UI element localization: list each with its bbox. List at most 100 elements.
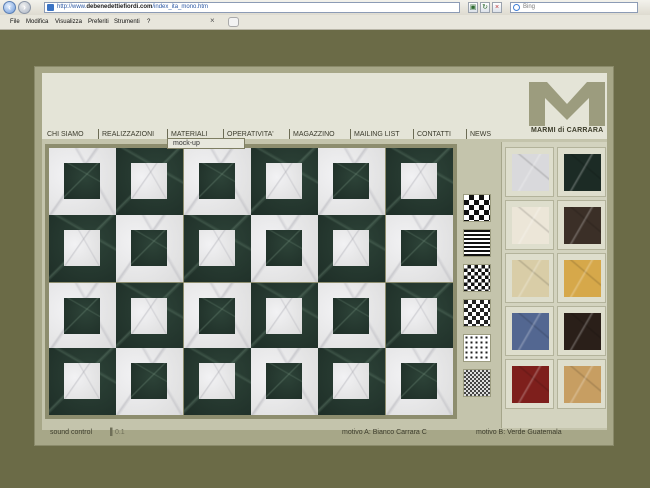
floor-tile-inset xyxy=(131,362,168,399)
floor-tile xyxy=(250,215,318,283)
site-frame: MARMI di CARRARA CHI SIAMO REALIZZAZIONI… xyxy=(34,66,614,446)
browser-chrome: ‹ › http://www.debenedettiefiordi.com/in… xyxy=(0,0,650,30)
swatch-cell[interactable] xyxy=(557,359,606,409)
swatch-rosso-levanto[interactable] xyxy=(512,366,549,403)
floor-tile xyxy=(183,347,251,415)
floor-tile-inset xyxy=(400,163,437,199)
swatch-cell[interactable] xyxy=(505,147,554,197)
sound-control-label: sound control xyxy=(50,429,93,436)
floor-tile xyxy=(49,215,116,283)
floor-tile xyxy=(318,215,386,283)
swatch-marrone-nero[interactable] xyxy=(564,313,601,350)
page-favicon-icon xyxy=(47,4,54,11)
search-input[interactable]: Bing xyxy=(510,2,638,13)
marble-floor-preview xyxy=(49,148,453,415)
pattern-dots-border[interactable] xyxy=(463,334,491,362)
floor-tile xyxy=(49,282,116,350)
bing-icon xyxy=(513,4,520,11)
floor-tile xyxy=(318,347,386,415)
refresh-icon[interactable]: ↻ xyxy=(480,2,490,13)
floor-tile-inset xyxy=(265,230,302,267)
menu-file[interactable]: File xyxy=(10,15,20,30)
back-icon[interactable]: ‹ xyxy=(3,1,16,14)
new-tab-icon[interactable] xyxy=(228,17,239,27)
swatch-onice-miele[interactable] xyxy=(564,366,601,403)
motivo-a-label: motivo A: Bianco Carrara C xyxy=(342,429,427,436)
compat-view-icon[interactable]: ▣ xyxy=(468,2,478,13)
floor-tile-inset xyxy=(265,362,302,399)
floor-tile-inset xyxy=(198,297,235,334)
swatch-cell[interactable] xyxy=(557,306,606,356)
floor-tile-inset xyxy=(131,230,168,267)
pattern-checker-medium[interactable] xyxy=(463,264,491,292)
swatch-cell[interactable] xyxy=(505,359,554,409)
floor-tile-inset xyxy=(265,297,302,334)
pattern-checker-fine[interactable] xyxy=(463,369,491,397)
floor-tile xyxy=(318,282,386,350)
floor-tile xyxy=(250,347,318,415)
floor-tile-inset xyxy=(131,163,168,199)
floor-tile xyxy=(116,282,184,350)
floor-tile-inset xyxy=(64,230,100,267)
site-header: MARMI di CARRARA CHI SIAMO REALIZZAZIONI… xyxy=(42,73,607,142)
pattern-stripes[interactable] xyxy=(463,229,491,257)
motivo-b-label: motivo B: Verde Guatemala xyxy=(476,429,562,436)
floor-tile xyxy=(183,215,251,283)
swatch-cell[interactable] xyxy=(557,253,606,303)
floor-tile-inset xyxy=(265,163,302,199)
stop-icon[interactable]: × xyxy=(492,2,502,13)
floor-tile-inset xyxy=(400,230,437,267)
floor-tile xyxy=(318,148,386,215)
floor-tile xyxy=(250,282,318,350)
floor-tile-inset xyxy=(131,297,168,334)
floor-tile-inset xyxy=(198,230,235,267)
floor-tile-inset xyxy=(400,362,437,399)
menu-help[interactable]: ? xyxy=(147,15,150,30)
floor-tile xyxy=(116,215,184,283)
swatch-cell[interactable] xyxy=(505,306,554,356)
swatch-verde-guatemala[interactable] xyxy=(564,154,601,191)
marmi-logo-icon xyxy=(529,82,605,126)
submenu-mock-up[interactable]: mock-up xyxy=(167,138,245,149)
floor-tile-inset xyxy=(333,362,370,399)
swatch-azul-bahia[interactable] xyxy=(512,313,549,350)
swatch-giallo-siena[interactable] xyxy=(564,260,601,297)
floor-tile-inset xyxy=(198,163,235,199)
swatch-emperador-dark[interactable] xyxy=(564,207,601,244)
floor-tile-inset xyxy=(64,362,100,399)
floor-tile xyxy=(250,148,318,215)
menu-modifica[interactable]: Modifica xyxy=(26,15,48,30)
address-bar[interactable]: http://www.debenedettiefiordi.com/index_… xyxy=(44,2,460,13)
menu-preferiti[interactable]: Preferiti xyxy=(88,15,109,30)
menu-bar: File Modifica Visualizza Preferiti Strum… xyxy=(0,15,650,30)
swatch-bianco-carrara[interactable] xyxy=(512,154,549,191)
pattern-checker-large[interactable] xyxy=(463,194,491,222)
pattern-selector xyxy=(463,194,495,434)
floor-tile-inset xyxy=(333,163,370,199)
tab-close-icon[interactable]: × xyxy=(210,16,215,25)
swatch-cell[interactable] xyxy=(557,147,606,197)
volume-slider[interactable]: ▌0.1 xyxy=(110,423,125,443)
menu-strumenti[interactable]: Strumenti xyxy=(114,15,140,30)
swatch-cell[interactable] xyxy=(505,200,554,250)
floor-tile-inset xyxy=(198,362,235,399)
swatch-cell[interactable] xyxy=(557,200,606,250)
swatch-cell[interactable] xyxy=(505,253,554,303)
swatch-botticino[interactable] xyxy=(512,260,549,297)
pattern-checker-framed[interactable] xyxy=(463,299,491,327)
swatch-calacatta[interactable] xyxy=(512,207,549,244)
floor-tile xyxy=(385,148,453,215)
floor-tile xyxy=(116,148,184,215)
floor-preview-frame xyxy=(45,144,457,419)
logo-text: MARMI di CARRARA xyxy=(531,127,604,134)
floor-tile xyxy=(385,282,453,350)
menu-visualizza[interactable]: Visualizza xyxy=(55,15,82,30)
floor-tile xyxy=(49,347,116,415)
floor-tile xyxy=(385,215,453,283)
content-area xyxy=(42,139,607,430)
floor-tile xyxy=(183,148,251,215)
forward-icon[interactable]: › xyxy=(18,1,31,14)
floor-tile-inset xyxy=(333,297,370,334)
floor-tile-inset xyxy=(64,297,100,334)
marble-swatch-panel xyxy=(501,142,607,428)
